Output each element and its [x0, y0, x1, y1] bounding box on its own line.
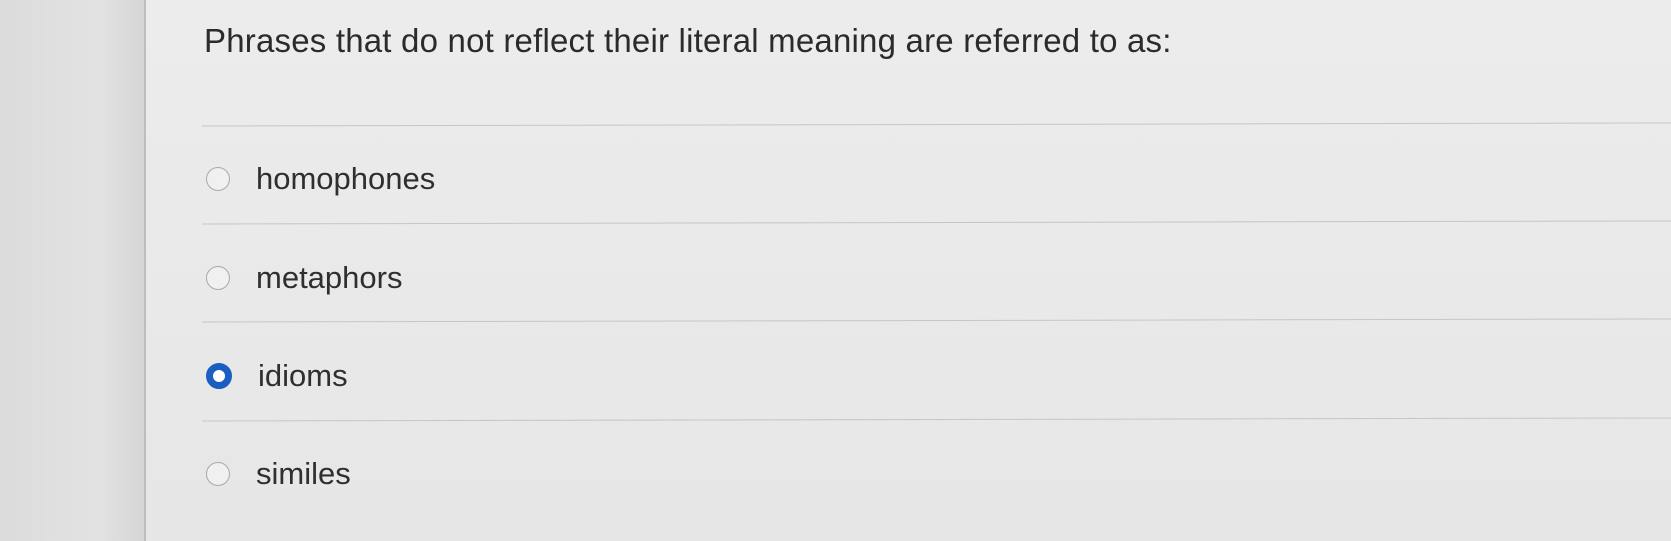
- divider: [202, 318, 1671, 323]
- option-homophones[interactable]: homophones: [206, 157, 435, 201]
- divider: [202, 220, 1671, 225]
- question-text: Phrases that do not reflect their litera…: [204, 22, 1172, 59]
- option-label: metaphors: [256, 260, 403, 295]
- divider: [202, 122, 1671, 127]
- radio-button[interactable]: [206, 167, 230, 191]
- left-margin: [0, 0, 144, 541]
- question-panel: Phrases that do not reflect their litera…: [146, 0, 1671, 541]
- option-label: similes: [256, 456, 351, 491]
- radio-button[interactable]: [206, 462, 230, 486]
- radio-button-selected[interactable]: [206, 363, 232, 389]
- option-idioms[interactable]: idioms: [206, 354, 348, 398]
- option-similes[interactable]: similes: [206, 452, 351, 496]
- option-label: idioms: [258, 358, 348, 393]
- divider: [202, 417, 1671, 422]
- radio-button[interactable]: [206, 266, 230, 290]
- option-metaphors[interactable]: metaphors: [206, 256, 402, 300]
- option-label: homophones: [256, 161, 436, 196]
